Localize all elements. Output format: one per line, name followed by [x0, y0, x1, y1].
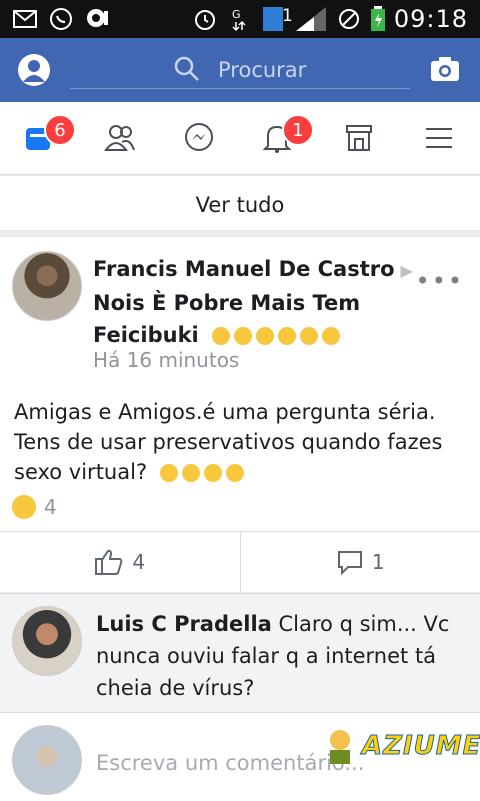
mail-icon — [12, 8, 38, 30]
reactions-summary[interactable]: 4 — [12, 495, 57, 519]
more-options-icon[interactable]: ••• — [416, 267, 464, 295]
comment-count: 1 — [372, 550, 385, 574]
post-card: Francis Manuel De Castro▶ Nois È Pobre M… — [0, 237, 480, 592]
profile-button[interactable] — [18, 54, 50, 86]
tab-marketplace[interactable] — [344, 122, 374, 154]
profile-icon — [20, 56, 48, 84]
haha-reaction-icon — [12, 495, 36, 519]
tab-friends[interactable] — [104, 122, 134, 154]
post-author-avatar[interactable] — [12, 251, 82, 321]
tab-menu[interactable] — [424, 122, 454, 154]
post-actions: 4 1 — [0, 531, 480, 592]
post-timestamp: Há 16 minutos — [93, 348, 239, 372]
rofl-emoji-icon — [322, 327, 340, 345]
see-all-link[interactable]: Ver tudo — [0, 175, 480, 230]
rofl-emoji-icon — [256, 327, 274, 345]
top-bar: Procurar — [0, 38, 480, 102]
like-count: 4 — [132, 550, 145, 574]
thinking-emoji-icon — [160, 464, 178, 482]
post-author-name[interactable]: Francis Manuel De Castro — [93, 257, 395, 281]
like-button[interactable]: 4 — [0, 532, 240, 592]
signal-icon — [294, 8, 328, 30]
arrow-right-icon: ▶ — [401, 261, 413, 280]
mascot-logo — [322, 726, 358, 766]
comment-author-avatar[interactable] — [12, 606, 82, 676]
search-icon — [174, 56, 200, 86]
search-bar[interactable]: Procurar — [70, 52, 410, 89]
thumbs-up-icon — [94, 548, 124, 576]
post-header: Francis Manuel De Castro▶ Nois È Pobre M… — [93, 253, 423, 351]
post-body: Amigas e Amigos.é uma pergunta séria. Te… — [14, 397, 464, 487]
comment-item: Luis C Pradella Claro q sim... Vc nunca … — [0, 593, 480, 712]
nav-bar: 6 1 — [0, 102, 480, 175]
camera-icon[interactable] — [430, 56, 460, 86]
rofl-emoji-icon — [300, 327, 318, 345]
rofl-emoji-icon — [212, 327, 230, 345]
battery-icon — [370, 8, 386, 30]
laughing-emoji-icon — [182, 464, 200, 482]
laughing-emojis — [212, 327, 340, 345]
alarm-icon — [192, 8, 218, 30]
notifications-badge: 1 — [282, 114, 314, 146]
tab-notifications[interactable]: 1 — [262, 122, 292, 154]
rofl-emoji-icon — [278, 327, 296, 345]
voicemail-icon — [84, 8, 110, 30]
data-icon: G — [226, 8, 252, 30]
laughing-emoji-icon — [204, 464, 222, 482]
friends-icon — [104, 122, 136, 154]
svg-text:G: G — [232, 8, 241, 21]
feed-badge: 6 — [44, 114, 76, 146]
whatsapp-icon — [48, 8, 74, 30]
watermark-text: AZIUME — [362, 731, 480, 761]
clock: 09:18 — [394, 5, 468, 33]
watermark: AZIUME — [322, 726, 480, 766]
status-bar: G 1 09:18 — [0, 0, 480, 38]
comment-author-name[interactable]: Luis C Pradella — [96, 612, 272, 636]
current-user-avatar — [12, 725, 82, 795]
comment-body: Luis C Pradella Claro q sim... Vc nunca … — [96, 608, 456, 704]
tab-messenger[interactable] — [184, 122, 214, 154]
sim-number: 1 — [282, 6, 293, 26]
post-emojis — [160, 464, 244, 482]
reactions-count: 4 — [44, 495, 57, 519]
rofl-emoji-icon — [234, 327, 252, 345]
blocked-icon — [336, 8, 362, 30]
tab-feed[interactable]: 6 — [24, 122, 54, 154]
wink-emoji-icon — [226, 464, 244, 482]
search-input[interactable]: Procurar — [218, 58, 306, 82]
hamburger-menu-icon — [424, 122, 454, 154]
comment-icon — [336, 548, 364, 576]
messenger-icon — [184, 122, 216, 154]
comment-button[interactable]: 1 — [240, 532, 480, 592]
marketplace-icon — [344, 122, 374, 154]
